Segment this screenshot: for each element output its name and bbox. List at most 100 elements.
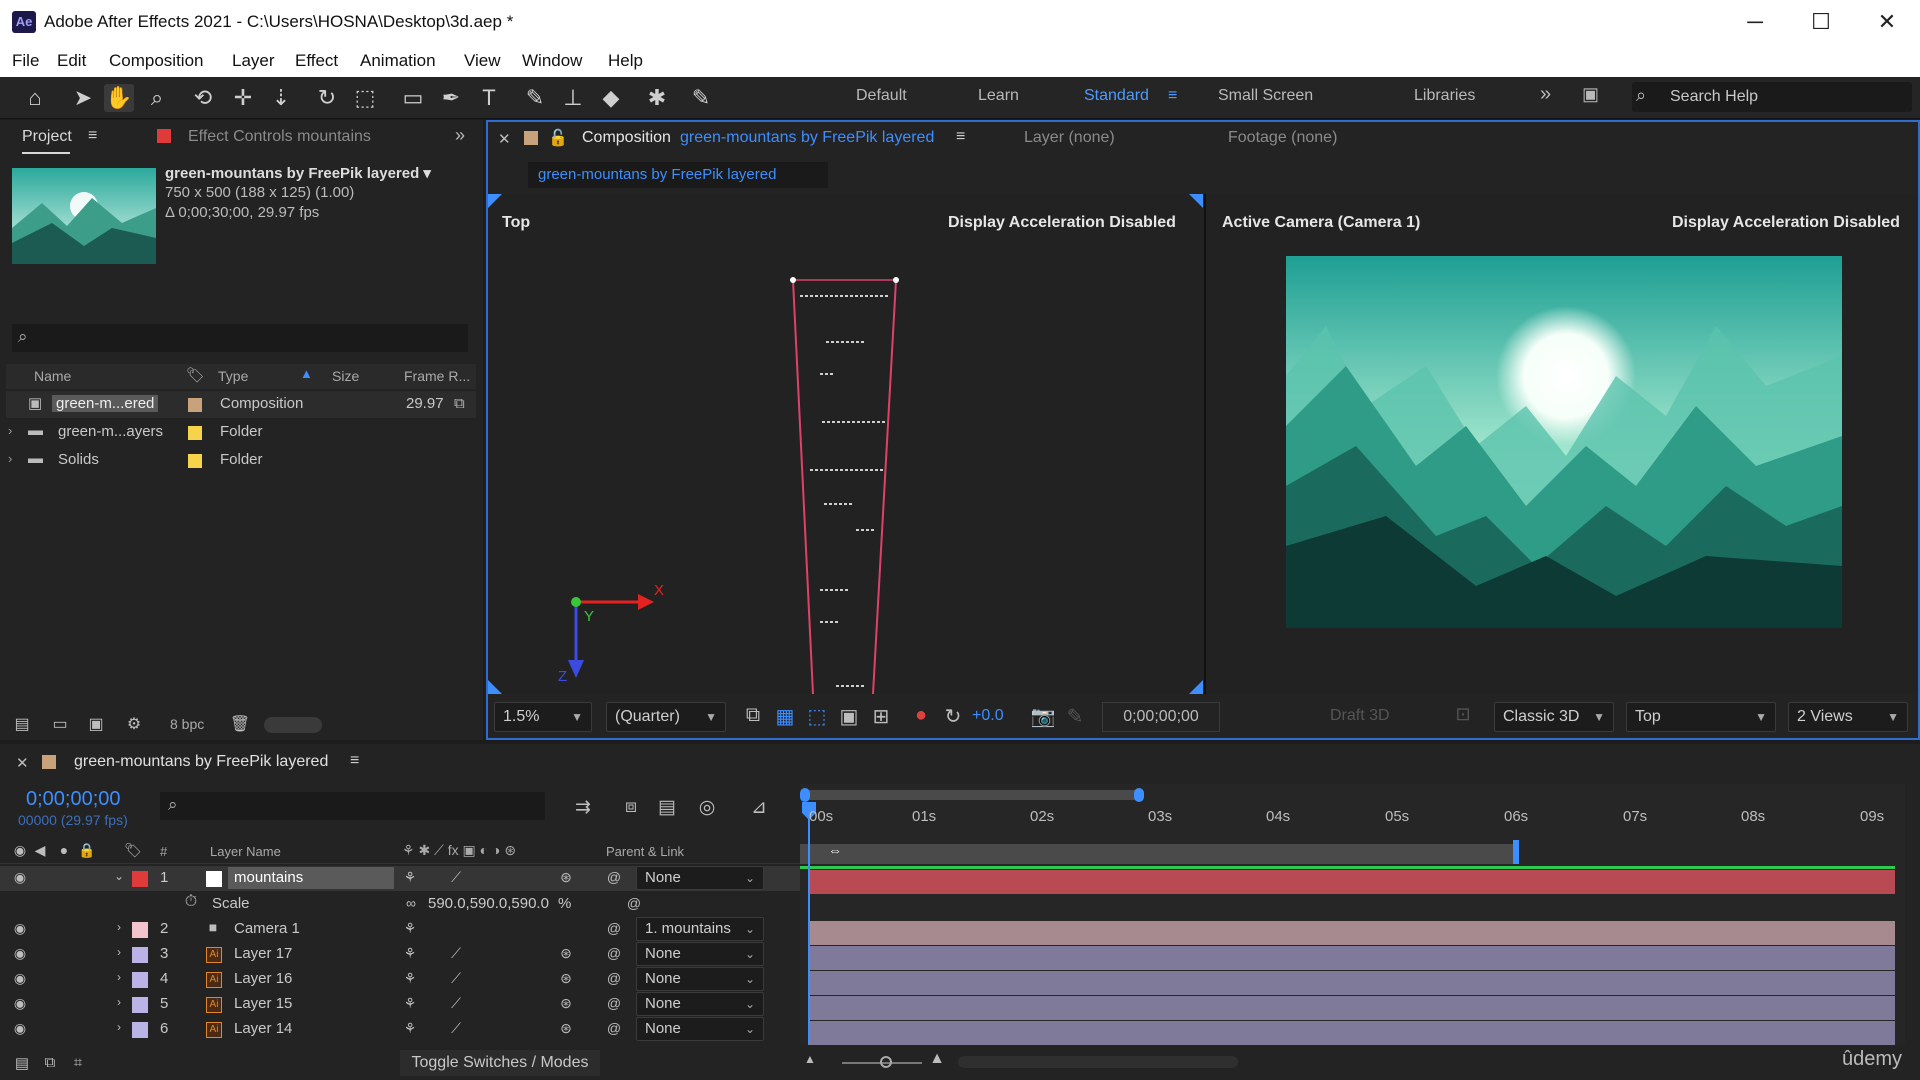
menu-window[interactable]: Window (522, 51, 582, 71)
layer-bar[interactable] (808, 1021, 1895, 1045)
menu-file[interactable]: File (12, 51, 39, 71)
panel-expand-icon[interactable]: » (455, 125, 465, 146)
collapse-arrow-icon[interactable]: ⌄ (112, 869, 126, 883)
parent-dropdown[interactable]: None ⌄ (636, 942, 764, 966)
layer-row[interactable]: ◉ › 3 Ai Layer 17 ⚘ ⟋ ⊛ @ None ⌄ (0, 942, 800, 967)
col-parent-link[interactable]: Parent & Link (606, 844, 684, 859)
quality-icon[interactable]: ⟋ (448, 869, 464, 886)
eye-icon[interactable]: ◉ (12, 869, 28, 886)
menu-composition[interactable]: Composition (109, 51, 204, 71)
pen-icon[interactable]: ✒ (436, 84, 466, 112)
col-type[interactable]: Type (218, 368, 248, 384)
parent-dropdown[interactable]: None ⌄ (636, 866, 764, 890)
eye-icon[interactable]: ◉ (12, 945, 28, 962)
pickwhip-icon[interactable]: @ (606, 995, 622, 1011)
tab-layer[interactable]: Layer (none) (1024, 129, 1115, 147)
snapshot-icon[interactable]: 📷 (1028, 704, 1058, 729)
timeline-graph-area[interactable]: ⇔ (800, 784, 1905, 1045)
transfer-controls-icon[interactable]: ⧉ (40, 1054, 60, 1071)
pan-behind-icon[interactable]: ⬚ (350, 84, 380, 112)
thumbnail-slider[interactable] (264, 717, 322, 733)
project-settings-icon[interactable]: ⚙ (122, 714, 146, 734)
menu-effect[interactable]: Effect (295, 51, 338, 71)
resolution-dropdown[interactable]: (Quarter) ▼ (606, 702, 726, 732)
timeline-current-time[interactable]: 0;00;00;00 (26, 788, 121, 811)
layer-name[interactable]: Camera 1 (234, 920, 300, 937)
layer-bar[interactable] (808, 946, 1895, 970)
current-time-display[interactable]: 0;00;00;00 (1102, 702, 1220, 732)
layer-label-color[interactable] (132, 972, 148, 988)
graph-editor-icon[interactable]: ⊿ (744, 796, 774, 819)
3d-layer-icon[interactable]: ⊛ (558, 869, 574, 886)
time-navigator[interactable] (800, 790, 1140, 800)
minimize-button[interactable]: ─ (1730, 6, 1780, 38)
shy-icon[interactable]: ⚘ (402, 945, 418, 962)
work-area-end[interactable] (1513, 840, 1519, 864)
layer-label-color[interactable] (132, 997, 148, 1013)
navigator-end-handle[interactable] (1134, 788, 1144, 802)
show-snapshot-icon[interactable]: ✎ (1060, 704, 1090, 729)
project-item[interactable]: ▣ green-m...ered Composition 29.97 ⧉ (6, 391, 476, 418)
3d-layer-icon[interactable]: ⊛ (558, 945, 574, 962)
layer-name[interactable]: Layer 14 (234, 1020, 292, 1037)
search-help-field[interactable]: ⌕ Search Help (1632, 82, 1912, 112)
3d-view-dropdown[interactable]: Top ▼ (1626, 702, 1776, 732)
pickwhip-icon[interactable]: @ (606, 920, 622, 936)
tab-effect-controls[interactable]: Effect Controls mountains (188, 128, 371, 146)
layer-row[interactable]: ◉ ⌄ 1 mountains ⚘ ⟋ ⊛ @ None ⌄ (0, 866, 800, 891)
flowchart-icon[interactable]: ⧉ (454, 395, 465, 412)
close-button[interactable]: ✕ (1862, 6, 1912, 38)
mask-visibility-icon[interactable]: ⬚ (802, 704, 832, 729)
comp-menu-icon[interactable]: ≡ (956, 128, 965, 146)
fast-previews-icon[interactable]: ⧉ (738, 704, 768, 727)
layer-label-color[interactable] (132, 922, 148, 938)
tab-project[interactable]: Project (22, 128, 72, 146)
comp-breadcrumb[interactable]: green-mountans by FreePik layered (528, 162, 828, 188)
quality-icon[interactable]: ⟋ (448, 945, 464, 962)
pickwhip-icon[interactable]: @ (606, 970, 622, 986)
shy-icon[interactable]: ⚘ (402, 970, 418, 987)
top-view[interactable]: Top Display Acceleration Disabled X Y Z (488, 194, 1203, 694)
rectangle-icon[interactable]: ▭ (398, 84, 428, 112)
expand-arrow-icon[interactable]: › (112, 970, 126, 984)
workspace-edit-icon[interactable]: ▣ (1582, 84, 1599, 105)
toggle-switches-modes-button[interactable]: Toggle Switches / Modes (400, 1050, 600, 1076)
new-composition-icon[interactable]: ▣ (84, 714, 108, 734)
label-icon[interactable]: 🏷 (186, 366, 205, 384)
project-menu-icon[interactable]: ≡ (88, 127, 97, 145)
expand-arrow-icon[interactable]: › (112, 1020, 126, 1034)
rotate-icon[interactable]: ↻ (312, 84, 342, 112)
timeline-scrollbar[interactable] (958, 1056, 1238, 1068)
exposure-value[interactable]: +0.0 (972, 707, 1004, 725)
playhead-line[interactable] (808, 802, 810, 1044)
stopwatch-icon[interactable]: ⏱ (182, 893, 200, 911)
video-toggle-icon[interactable]: ◉ (12, 842, 28, 859)
zoom-slider-thumb[interactable] (880, 1056, 892, 1068)
view-layout-dropdown[interactable]: 2 Views ▼ (1788, 702, 1908, 732)
workspace-menu-icon[interactable]: ≡ (1168, 87, 1177, 105)
expand-arrow-icon[interactable]: › (8, 423, 12, 438)
layer-row[interactable]: ◉ › 2 ■ Camera 1 ⚘ @ 1. mountains ⌄ (0, 917, 800, 942)
magnification-dropdown[interactable]: 1.5% ▼ (494, 702, 592, 732)
project-item[interactable]: › ▬ Solids Folder (6, 447, 476, 474)
comp-mini-flowchart-icon[interactable]: ⇉ (568, 796, 598, 819)
grid-guides-icon[interactable]: ⊞ (866, 704, 896, 729)
expand-arrow-icon[interactable]: › (112, 920, 126, 934)
in-out-columns-icon[interactable]: ⌗ (68, 1054, 88, 1071)
workspace-small-screen[interactable]: Small Screen (1218, 87, 1313, 105)
workspace-libraries[interactable]: Libraries (1414, 87, 1475, 105)
reset-exposure-icon[interactable]: ↻ (938, 704, 968, 729)
layer-name[interactable]: mountains (234, 869, 303, 886)
layer-bar-camera[interactable] (808, 921, 1895, 945)
comp-info-name[interactable]: green-mountans by FreePik layered ▾ (165, 164, 431, 182)
3d-layer-icon[interactable]: ⊛ (558, 970, 574, 987)
eraser-icon[interactable]: ◆ (596, 84, 626, 112)
eye-icon[interactable]: ◉ (12, 920, 28, 937)
timeline-menu-icon[interactable]: ≡ (350, 752, 359, 770)
parent-dropdown[interactable]: None ⌄ (636, 992, 764, 1016)
eye-icon[interactable]: ◉ (12, 995, 28, 1012)
workspace-standard[interactable]: Standard (1084, 87, 1149, 105)
maximize-button[interactable]: ☐ (1796, 6, 1846, 38)
pan-icon[interactable]: ✛ (228, 84, 258, 112)
bit-depth-button[interactable]: 8 bpc (170, 716, 204, 732)
